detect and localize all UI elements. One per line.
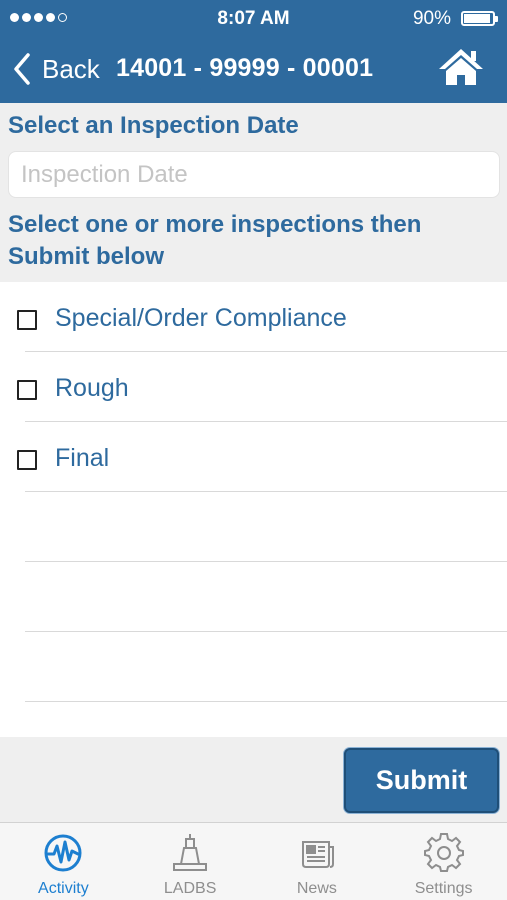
inspection-label[interactable]: Final: [55, 444, 109, 473]
list-item[interactable]: Final: [0, 422, 507, 492]
inspection-list: Special/Order Compliance Rough Final: [0, 282, 507, 737]
list-item[interactable]: Rough: [0, 352, 507, 422]
battery-percent: 90%: [412, 8, 451, 29]
nav-bar: Back 14001 - 99999 - 00001: [0, 36, 507, 103]
list-item[interactable]: Special/Order Compliance: [0, 282, 507, 352]
tab-label: Activity: [38, 880, 89, 897]
inspection-instruction: Select one or more inspections then Subm…: [8, 211, 422, 270]
home-icon[interactable]: [437, 47, 485, 87]
inspection-label[interactable]: Rough: [55, 374, 129, 403]
chevron-left-icon: [14, 53, 30, 85]
tab-activity[interactable]: Activity: [0, 823, 127, 900]
tab-ladbs[interactable]: LADBS: [127, 823, 254, 900]
empty-list-row: [0, 632, 507, 702]
empty-list-row: [0, 492, 507, 562]
gear-icon: [423, 833, 464, 872]
tab-label: LADBS: [163, 880, 217, 897]
tab-settings[interactable]: Settings: [380, 823, 507, 900]
inspection-label[interactable]: Special/Order Compliance: [55, 304, 347, 333]
tab-label: News: [296, 880, 337, 897]
back-label: Back: [42, 53, 100, 84]
app-header: 8:07 AM 90% Back 14001 - 99999 - 00001: [0, 0, 507, 103]
tab-bar: Activity LADBS News Settings: [0, 822, 507, 900]
tab-news[interactable]: News: [254, 823, 381, 900]
submit-button[interactable]: Submit: [344, 748, 499, 813]
inspection-checkbox[interactable]: [17, 310, 37, 330]
news-icon: [301, 841, 334, 868]
activity-icon: [44, 834, 82, 872]
ladbs-building-icon: [173, 834, 208, 871]
back-button[interactable]: Back: [12, 50, 100, 88]
inspection-checkbox[interactable]: [17, 380, 37, 400]
empty-list-row: [0, 562, 507, 632]
inspection-date-input[interactable]: [8, 151, 500, 198]
date-selection-section: Select an Inspection Date Select one or …: [0, 103, 507, 282]
battery-icon: [461, 11, 498, 26]
date-section-title: Select an Inspection Date: [8, 112, 299, 139]
tab-label: Settings: [414, 880, 473, 897]
status-bar: 8:07 AM 90%: [0, 0, 507, 36]
submit-section: Submit: [0, 737, 507, 822]
row-divider: [25, 700, 507, 702]
page-title: 14001 - 99999 - 00001: [116, 54, 374, 82]
inspection-checkbox[interactable]: [17, 450, 37, 470]
